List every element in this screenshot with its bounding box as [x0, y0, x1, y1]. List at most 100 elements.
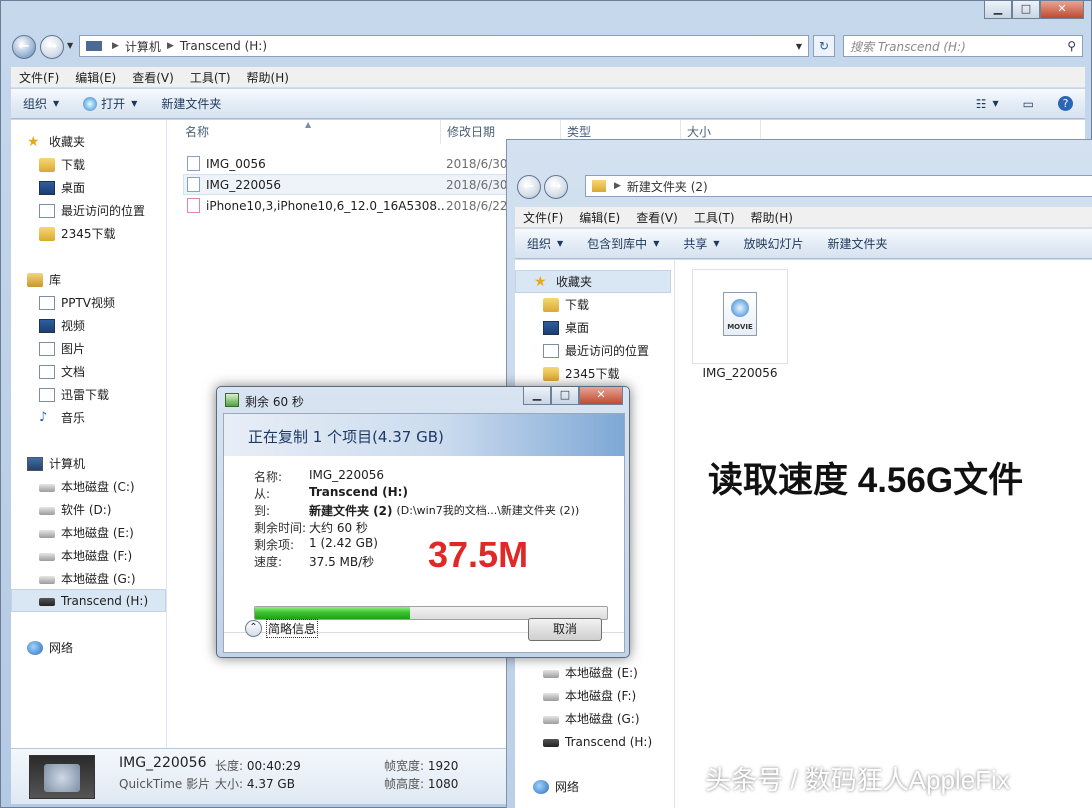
nav-item-pptv[interactable]: PPTV视频 — [39, 291, 115, 314]
forward-button[interactable]: → — [544, 175, 568, 199]
nav-computer[interactable]: 计算机 — [27, 452, 85, 475]
menu-edit[interactable]: 编辑(E) — [571, 209, 628, 226]
menu-tools[interactable]: 工具(T) — [182, 69, 239, 86]
address-dropdown-icon[interactable]: ▼ — [796, 42, 802, 51]
slideshow-label: 放映幻灯片 — [743, 237, 804, 251]
nav-drive-g[interactable]: 本地磁盘 (G:) — [39, 567, 136, 590]
menu-help[interactable]: 帮助(H) — [743, 209, 801, 226]
copy-icon — [225, 393, 239, 407]
maximize-button[interactable]: □ — [551, 387, 579, 405]
preview-pane-icon[interactable]: ▭ — [1011, 97, 1046, 111]
close-button[interactable]: ✕ — [1040, 1, 1084, 19]
new-folder-button[interactable]: 新建文件夹 — [149, 95, 233, 112]
open-label: 打开 — [101, 97, 126, 111]
back-button[interactable]: ← — [517, 175, 541, 199]
nav-label: 收藏夹 — [556, 275, 593, 289]
forward-button[interactable]: → — [40, 35, 64, 59]
menu-view[interactable]: 查看(V) — [628, 209, 686, 226]
nav-label: 本地磁盘 (G:) — [565, 712, 640, 726]
file-name: IMG_0056 — [206, 156, 266, 171]
value-speed: 37.5 MB/秒 — [309, 555, 375, 569]
nav-item-2345[interactable]: 2345下载 — [543, 362, 620, 385]
file-date: 2018/6/22 — [446, 198, 508, 213]
star-icon: ★ — [27, 133, 40, 150]
nav-label: 下载 — [565, 298, 590, 312]
nav-favorites[interactable]: ★ 收藏夹 — [515, 270, 671, 293]
breadcrumb-drive[interactable]: Transcend (H:) — [180, 39, 267, 53]
recent-places-icon — [543, 343, 559, 358]
folder-icon — [39, 226, 55, 241]
organize-button[interactable]: 组织 ▼ — [515, 235, 575, 252]
nav-item-pictures[interactable]: 图片 — [39, 337, 85, 360]
nav-drive-h[interactable]: Transcend (H:) — [11, 589, 166, 612]
nav-network[interactable]: 网络 — [27, 636, 73, 659]
overlay-title: 读取速度 4.56G文件 — [708, 461, 1024, 500]
nav-drive-g[interactable]: 本地磁盘 (G:) — [543, 707, 640, 730]
minimize-button[interactable]: ▁ — [984, 1, 1012, 19]
close-button[interactable]: ✕ — [579, 387, 623, 405]
less-info-toggle[interactable]: ⌃ 简略信息 — [245, 619, 319, 638]
menu-file[interactable]: 文件(F) — [515, 209, 571, 226]
ipsw-file-icon — [187, 198, 200, 213]
value-to-path: (D:\win7我的文档...\新建文件夹 (2)) — [396, 504, 580, 517]
nav-label: 本地磁盘 (E:) — [565, 666, 638, 680]
nav-drive-e[interactable]: 本地磁盘 (E:) — [543, 661, 638, 684]
breadcrumb-folder[interactable]: 新建文件夹 (2) — [627, 178, 708, 195]
nav-item-music[interactable]: ♪ 音乐 — [39, 406, 85, 429]
refresh-icon[interactable]: ↻ — [813, 35, 835, 57]
nav-item-2345[interactable]: 2345下载 — [39, 222, 116, 245]
command-bar: 组织 ▼ 包含到库中 ▼ 共享 ▼ 放映幻灯片 新建文件夹 — [515, 229, 1092, 259]
nav-item-recent[interactable]: 最近访问的位置 — [543, 339, 649, 362]
nav-item-downloads[interactable]: 下载 — [543, 293, 589, 316]
value-items-left: 1 (2.42 GB) — [309, 536, 378, 550]
dialog-title: 剩余 60 秒 — [245, 395, 304, 409]
menu-edit[interactable]: 编辑(E) — [67, 69, 124, 86]
breadcrumb-computer[interactable]: 计算机 — [125, 38, 161, 55]
menu-view[interactable]: 查看(V) — [124, 69, 182, 86]
quicktime-file-icon — [187, 156, 200, 171]
nav-drive-c[interactable]: 本地磁盘 (C:) — [39, 475, 135, 498]
cancel-button[interactable]: 取消 — [528, 618, 602, 641]
nav-libraries[interactable]: 库 — [27, 268, 61, 291]
nav-favorites[interactable]: ★ 收藏夹 — [27, 130, 85, 153]
slideshow-button[interactable]: 放映幻灯片 — [732, 235, 816, 252]
file-tile[interactable]: MOVIE — [692, 269, 788, 364]
back-button[interactable]: ← — [12, 35, 36, 59]
share-button[interactable]: 共享 ▼ — [671, 235, 731, 252]
include-in-library-button[interactable]: 包含到库中 ▼ — [575, 235, 671, 252]
maximize-button[interactable]: □ — [1012, 1, 1040, 19]
nav-label: 收藏夹 — [49, 135, 86, 149]
nav-item-downloads[interactable]: 下载 — [39, 153, 85, 176]
search-input[interactable]: 搜索 Transcend (H:) ⚲ — [843, 35, 1083, 57]
share-label: 共享 — [683, 237, 708, 251]
nav-drive-f[interactable]: 本地磁盘 (F:) — [39, 544, 132, 567]
value-from[interactable]: Transcend (H:) — [309, 485, 408, 502]
nav-item-thunder[interactable]: 迅雷下载 — [39, 383, 109, 406]
history-chevron-icon[interactable]: ▼ — [67, 41, 73, 50]
nav-drive-f[interactable]: 本地磁盘 (F:) — [543, 684, 636, 707]
nav-drive-d[interactable]: 软件 (D:) — [39, 498, 111, 521]
minimize-button[interactable]: ▁ — [523, 387, 551, 405]
nav-item-desktop[interactable]: 桌面 — [39, 176, 85, 199]
value-to-folder[interactable]: 新建文件夹 (2) — [309, 502, 393, 519]
nav-item-recent[interactable]: 最近访问的位置 — [39, 199, 145, 222]
help-icon[interactable]: ? — [1046, 96, 1085, 111]
menu-tools[interactable]: 工具(T) — [686, 209, 743, 226]
menu-help[interactable]: 帮助(H) — [239, 69, 297, 86]
chevron-up-icon: ⌃ — [245, 620, 262, 637]
organize-button[interactable]: 组织 ▼ — [11, 95, 71, 112]
nav-network[interactable]: 网络 — [533, 775, 579, 798]
nav-item-documents[interactable]: 文档 — [39, 360, 85, 383]
nav-drive-e[interactable]: 本地磁盘 (E:) — [39, 521, 134, 544]
nav-item-desktop[interactable]: 桌面 — [543, 316, 589, 339]
menu-file[interactable]: 文件(F) — [11, 69, 67, 86]
nav-drive-h[interactable]: Transcend (H:) — [543, 730, 652, 753]
view-options-icon[interactable]: ☷ ▼ — [964, 97, 1011, 111]
folder-icon — [543, 297, 559, 312]
open-button[interactable]: 打开 ▼ — [71, 95, 149, 112]
address-bar[interactable]: ▶ 新建文件夹 (2) — [585, 175, 1092, 197]
nav-item-videos[interactable]: 视频 — [39, 314, 85, 337]
movie-file-icon: MOVIE — [723, 292, 757, 336]
new-folder-button[interactable]: 新建文件夹 — [816, 235, 900, 252]
address-bar[interactable]: ▶ 计算机 ▶ Transcend (H:) ▼ — [79, 35, 809, 57]
